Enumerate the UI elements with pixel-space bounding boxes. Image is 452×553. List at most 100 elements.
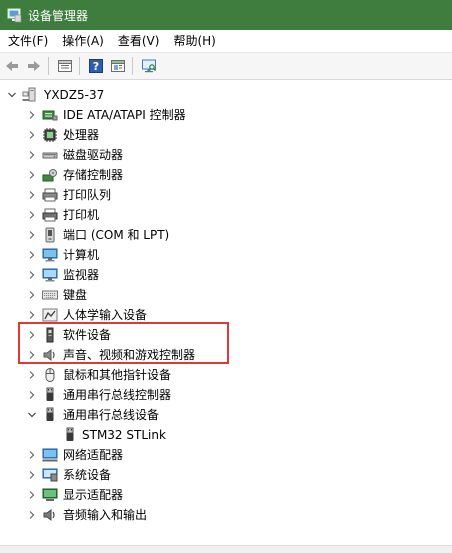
title-bar[interactable]: 设备管理器 [0, 0, 452, 30]
chevron-down-icon[interactable] [26, 409, 38, 421]
tree-category-label: 通用串行总线控制器 [63, 388, 172, 402]
tree-category-label: 磁盘驱动器 [63, 148, 124, 162]
tree-category-row[interactable]: 端口 (COM 和 LPT) [0, 225, 452, 245]
tree-category-label: 处理器 [63, 128, 100, 142]
chevron-right-icon[interactable] [26, 189, 38, 201]
tree-category-row[interactable]: 磁盘驱动器 [0, 145, 452, 165]
chevron-right-icon[interactable] [26, 389, 38, 401]
properties-icon [58, 60, 72, 72]
chevron-right-icon[interactable] [26, 509, 38, 521]
help-button[interactable]: ? [86, 56, 106, 76]
menu-action[interactable]: 操作(A) [55, 30, 111, 52]
chevron-right-icon[interactable] [26, 469, 38, 481]
tree-category-label: 打印队列 [63, 188, 112, 202]
storage-controller-icon [42, 167, 58, 183]
tree-category-label: 计算机 [63, 248, 100, 262]
tree-category-row[interactable]: 通用串行总线控制器 [0, 385, 452, 405]
monitor-icon [42, 267, 58, 283]
tree-root[interactable]: YXDZ5-37 [0, 85, 452, 105]
mouse-icon [42, 367, 58, 383]
device-tree: YXDZ5-37 IDE ATA/ATAPI 控制器 处理器磁盘驱动器存储控制器打… [0, 82, 452, 545]
tree-category-label: 存储控制器 [63, 168, 124, 182]
tree-category-row[interactable]: 监视器 [0, 265, 452, 285]
menu-bar: 文件(F) 操作(A) 查看(V) 帮助(H) [0, 30, 452, 52]
toolbar-separator [132, 57, 133, 75]
forward-arrow-icon [28, 61, 40, 71]
usb-device-icon [62, 427, 78, 443]
tree-category-label: 键盘 [63, 288, 88, 302]
menu-view[interactable]: 查看(V) [111, 30, 167, 52]
device-manager-app-icon [6, 7, 22, 23]
chevron-right-icon[interactable] [26, 249, 38, 261]
toolbar: ? [0, 52, 452, 80]
chevron-right-icon[interactable] [26, 229, 38, 241]
tree-category-label: 端口 (COM 和 LPT) [63, 228, 170, 242]
printer-icon [42, 207, 58, 223]
chevron-right-icon[interactable] [26, 489, 38, 501]
help-icon: ? [89, 59, 103, 73]
system-device-icon [42, 467, 58, 483]
chevron-right-icon[interactable] [26, 269, 38, 281]
tree-category-label: IDE ATA/ATAPI 控制器 [63, 108, 186, 122]
device-manager-window: 设备管理器 文件(F) 操作(A) 查看(V) 帮助(H) ? YXDZ5-37… [0, 0, 452, 553]
computer-icon [42, 247, 58, 263]
tree-category-label: 打印机 [63, 208, 100, 222]
chevron-down-icon[interactable] [6, 89, 18, 101]
tree-category-row[interactable]: 处理器 [0, 125, 452, 145]
processor-icon [42, 127, 58, 143]
tree-category-row[interactable]: IDE ATA/ATAPI 控制器 [0, 105, 452, 125]
back-arrow-icon [6, 61, 18, 71]
tree-category-row[interactable]: 打印机 [0, 205, 452, 225]
chevron-right-icon[interactable] [26, 109, 38, 121]
tree-category-row[interactable]: 系统设备 [0, 465, 452, 485]
tree-category-row[interactable]: 通用串行总线设备 [0, 405, 452, 425]
chevron-right-icon[interactable] [26, 369, 38, 381]
chevron-right-icon[interactable] [26, 449, 38, 461]
usb-controller-icon [42, 387, 58, 403]
chevron-right-icon[interactable] [26, 209, 38, 221]
chevron-right-icon[interactable] [26, 309, 38, 321]
root-label: YXDZ5-37 [44, 88, 105, 102]
menu-file[interactable]: 文件(F) [0, 30, 55, 52]
tree-category-label: 网络适配器 [63, 448, 124, 462]
update-driver-icon [111, 60, 125, 72]
disk-drive-icon [42, 147, 58, 163]
tree-category-row[interactable]: 计算机 [0, 245, 452, 265]
highlight-box [18, 322, 229, 364]
tree-category-label: 系统设备 [63, 468, 112, 482]
tree-category-label: 通用串行总线设备 [63, 408, 160, 422]
tree-category-label: 监视器 [63, 268, 100, 282]
keyboard-icon [42, 287, 58, 303]
print-queue-icon [42, 187, 58, 203]
tree-category-row[interactable]: 打印队列 [0, 185, 452, 205]
usb-device-icon [42, 407, 58, 423]
chevron-right-icon[interactable] [26, 149, 38, 161]
chevron-right-icon[interactable] [26, 129, 38, 141]
audio-io-icon [42, 507, 58, 523]
menu-help[interactable]: 帮助(H) [166, 30, 222, 52]
chevron-right-icon[interactable] [26, 289, 38, 301]
ide-controller-icon [42, 107, 58, 123]
tree-category-row[interactable]: 网络适配器 [0, 445, 452, 465]
hid-icon [42, 307, 58, 323]
network-adapter-icon [42, 447, 58, 463]
tree-category-label: 显示适配器 [63, 488, 124, 502]
tree-category-row[interactable]: 存储控制器 [0, 165, 452, 185]
tree-category-label: 音频输入和输出 [63, 508, 148, 522]
toolbar-separator [48, 57, 49, 75]
chevron-right-icon[interactable] [26, 169, 38, 181]
tree-category-row[interactable]: 音频输入和输出 [0, 505, 452, 525]
forward-button[interactable] [24, 56, 44, 76]
tree-device-row[interactable]: STM32 STLink [0, 425, 452, 445]
computer-root-icon [22, 87, 38, 103]
tree-category-label: 鼠标和其他指针设备 [63, 368, 172, 382]
toolbar-separator [79, 57, 80, 75]
update-driver-button[interactable] [108, 56, 128, 76]
back-button[interactable] [2, 56, 22, 76]
scan-hardware-button[interactable] [139, 56, 159, 76]
tree-category-row[interactable]: 键盘 [0, 285, 452, 305]
properties-button[interactable] [55, 56, 75, 76]
tree-category-row[interactable]: 鼠标和其他指针设备 [0, 365, 452, 385]
tree-category-row[interactable]: 显示适配器 [0, 485, 452, 505]
status-bar [0, 545, 452, 553]
